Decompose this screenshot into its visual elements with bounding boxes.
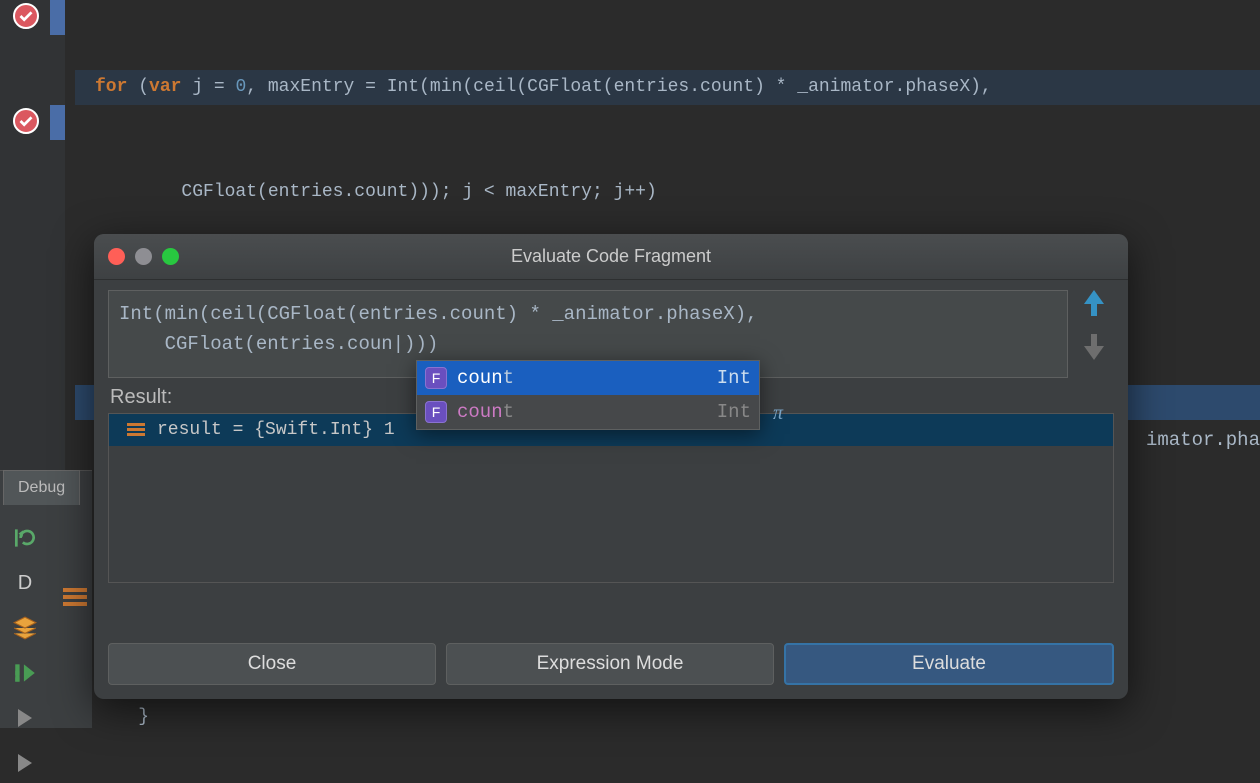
gutter-highlight	[50, 0, 65, 35]
expression-mode-button[interactable]: Expression Mode	[446, 643, 774, 685]
field-badge-icon: F	[425, 401, 447, 423]
autocomplete-popup: F count Int F count Int π	[416, 360, 760, 430]
breakpoint-icon[interactable]	[13, 108, 39, 134]
pi-icon[interactable]: π	[773, 402, 783, 425]
autocomplete-item[interactable]: F count Int	[417, 395, 759, 429]
autocomplete-item[interactable]: F count Int	[417, 361, 759, 395]
expression-text: Int(min(ceil(CGFloat(entries.count) * _a…	[119, 303, 758, 325]
dialog-titlebar[interactable]: Evaluate Code Fragment	[94, 234, 1128, 280]
history-next-icon[interactable]	[1084, 334, 1104, 360]
window-controls	[108, 248, 179, 265]
history-prev-icon[interactable]	[1084, 290, 1104, 316]
step-icon[interactable]	[5, 743, 45, 783]
dialog-title: Evaluate Code Fragment	[94, 246, 1128, 267]
frames-icon[interactable]	[63, 588, 87, 606]
debug-icon[interactable]: D	[5, 563, 45, 603]
rerun-icon[interactable]	[5, 518, 45, 558]
autocomplete-name: count	[457, 367, 514, 389]
close-window-icon[interactable]	[108, 248, 125, 265]
stack-icon[interactable]	[5, 608, 45, 648]
debug-panel: Debug D	[0, 470, 92, 728]
autocomplete-type: Int	[717, 401, 751, 423]
result-panel: result = {Swift.Int} 1	[108, 413, 1114, 583]
expression-text: CGFloat(entries.coun|)))	[119, 333, 438, 355]
field-badge-icon: F	[425, 367, 447, 389]
history-nav	[1074, 290, 1114, 360]
breakpoint-icon[interactable]	[13, 3, 39, 29]
result-text: result = {Swift.Int} 1	[157, 420, 395, 440]
code-line: for (var j = 0, maxEntry = Int(min(ceil(…	[75, 70, 1260, 105]
debug-frames-strip	[58, 513, 92, 728]
step-icon[interactable]	[5, 698, 45, 738]
autocomplete-type: Int	[717, 367, 751, 389]
evaluate-dialog: Evaluate Code Fragment Int(min(ceil(CGFl…	[94, 234, 1128, 699]
editor-gutter	[0, 0, 55, 470]
close-button[interactable]: Close	[108, 643, 436, 685]
zoom-window-icon[interactable]	[162, 248, 179, 265]
result-type-icon	[127, 423, 145, 437]
resume-icon[interactable]	[5, 653, 45, 693]
debug-tab[interactable]: Debug	[3, 470, 80, 505]
editor-selection-gutter	[50, 0, 65, 470]
code-line: }	[75, 700, 1260, 735]
evaluate-button[interactable]: Evaluate	[784, 643, 1114, 685]
gutter-highlight	[50, 105, 65, 140]
code-line: CGFloat(entries.count))); j < maxEntry; …	[75, 175, 1260, 210]
debug-toolbar: D	[0, 513, 50, 728]
dialog-button-bar: Close Expression Mode Evaluate	[108, 643, 1114, 685]
minimize-window-icon[interactable]	[135, 248, 152, 265]
autocomplete-name: count	[457, 401, 514, 423]
